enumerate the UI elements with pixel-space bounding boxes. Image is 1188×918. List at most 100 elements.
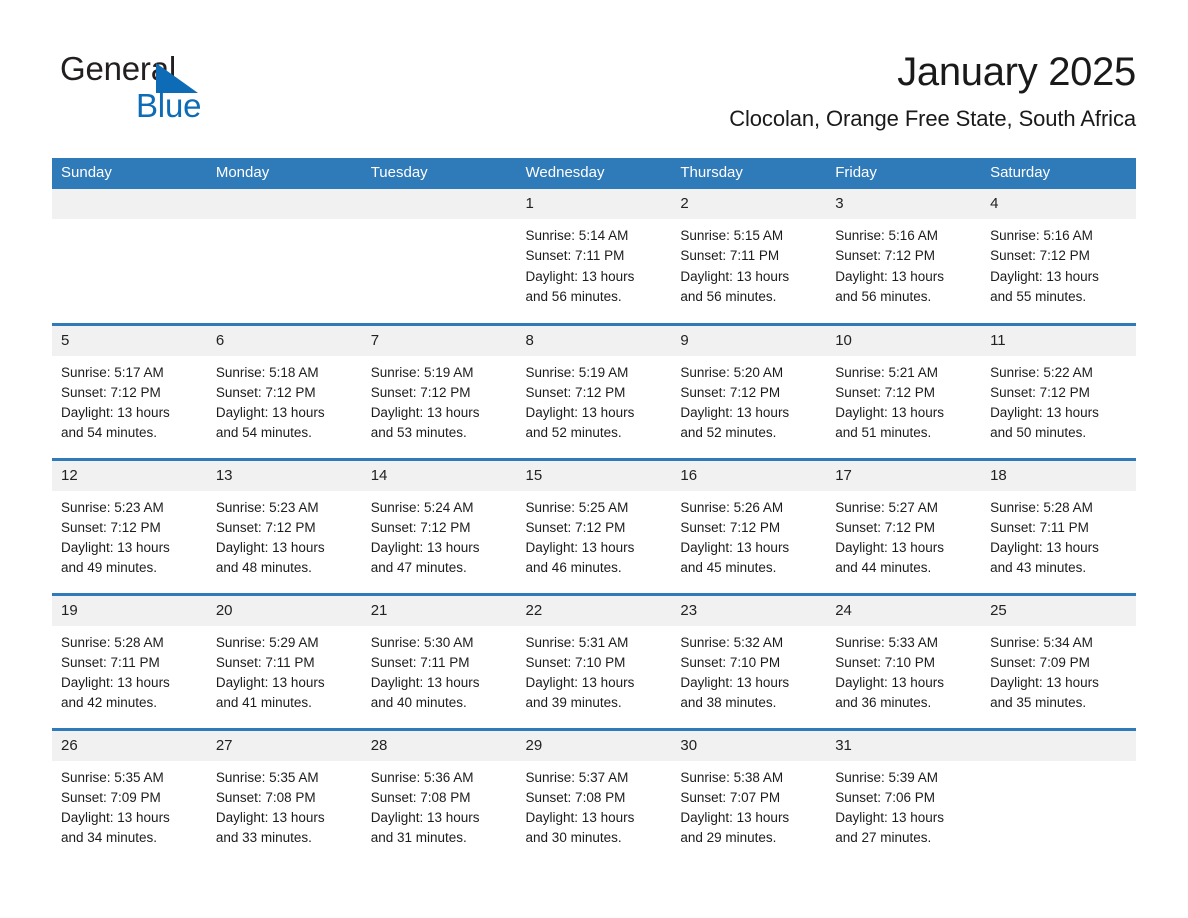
day-number: 15 [516,460,672,491]
calendar-day-cell[interactable]: 2 Sunrise: 5:15 AM Sunset: 7:11 PM Daylight… [671,189,827,324]
sunset-time: Sunset: 7:06 PM [835,789,936,805]
daylight-duration-line2: and 27 minutes. [835,830,932,846]
day-details: Sunrise: 5:37 AM Sunset: 7:08 PM Daylight:… [517,761,672,849]
general-blue-logo[interactable]: General Blue [60,50,260,128]
day-number: 26 [52,730,207,761]
day-details: Sunrise: 5:21 AM Sunset: 7:12 PM Daylight:… [826,356,981,444]
calendar-day-cell[interactable]: 6 Sunrise: 5:18 AM Sunset: 7:12 PM Daylight… [206,322,362,459]
day-box: 19 Sunrise: 5:28 AM Sunset: 7:11 PM Dayligh… [52,595,207,728]
calendar-day-cell[interactable]: 20 Sunrise: 5:29 AM Sunset: 7:11 PM Dayligh… [206,592,362,729]
daylight-duration-line2: and 44 minutes. [835,560,932,576]
calendar-day-cell[interactable]: 29 Sunrise: 5:37 AM Sunset: 7:08 PM Dayligh… [516,727,672,864]
daylight-duration-line2: and 45 minutes. [680,560,777,576]
daylight-duration-line2: and 54 minutes. [215,425,312,441]
calendar-day-cell[interactable]: 19 Sunrise: 5:28 AM Sunset: 7:11 PM Dayligh… [52,592,207,729]
day-box: 15 Sunrise: 5:25 AM Sunset: 7:12 PM Dayligh… [516,460,672,593]
calendar-day-cell[interactable]: 9 Sunrise: 5:20 AM Sunset: 7:12 PM Daylight… [671,322,827,459]
daylight-duration-line2: and 41 minutes. [215,695,312,711]
day-number: 17 [826,460,982,491]
calendar-day-cell[interactable]: 15 Sunrise: 5:25 AM Sunset: 7:12 PM Dayligh… [516,457,672,594]
calendar-day-cell[interactable]: 21 Sunrise: 5:30 AM Sunset: 7:11 PM Dayligh… [361,592,517,729]
day-box: 30 Sunrise: 5:38 AM Sunset: 7:07 PM Dayligh… [671,730,827,863]
sunrise-time: Sunrise: 5:30 AM [370,634,474,650]
calendar-day-cell[interactable]: 18 Sunrise: 5:28 AM Sunset: 7:11 PM Dayligh… [981,457,1136,594]
sunrise-time: Sunrise: 5:28 AM [61,634,164,650]
sunrise-time: Sunrise: 5:14 AM [525,228,629,243]
calendar-day-cell[interactable]: 12 Sunrise: 5:23 AM Sunset: 7:12 PM Dayligh… [52,457,207,594]
sunrise-time: Sunrise: 5:35 AM [215,769,319,785]
day-box: 26 Sunrise: 5:35 AM Sunset: 7:09 PM Dayligh… [52,730,207,863]
sunset-time: Sunset: 7:12 PM [680,384,781,400]
day-number: 30 [671,730,827,761]
sunset-time: Sunset: 7:12 PM [990,248,1090,264]
daylight-duration-line2: and 40 minutes. [370,695,467,711]
sunset-time: Sunset: 7:07 PM [680,789,781,805]
daylight-duration-line2: and 50 minutes. [990,425,1087,441]
day-number: 16 [671,460,827,491]
weekday-header-friday: Friday [826,158,982,189]
calendar-day-cell[interactable]: 4 Sunrise: 5:16 AM Sunset: 7:12 PM Daylight… [981,189,1136,324]
day-number: 1 [516,189,672,219]
sunrise-time: Sunrise: 5:23 AM [61,499,164,515]
sunrise-time: Sunrise: 5:25 AM [525,499,629,515]
day-details: Sunrise: 5:22 AM Sunset: 7:12 PM Daylight:… [981,356,1136,444]
daylight-duration-line1: Daylight: 13 hours [61,675,170,691]
calendar-day-cell[interactable]: 17 Sunrise: 5:27 AM Sunset: 7:12 PM Dayligh… [826,457,982,594]
day-number [52,189,207,219]
daylight-duration-line2: and 56 minutes. [835,288,932,304]
day-details: Sunrise: 5:24 AM Sunset: 7:12 PM Daylight:… [362,491,517,579]
calendar-day-cell[interactable]: 24 Sunrise: 5:33 AM Sunset: 7:10 PM Dayligh… [826,592,982,729]
calendar-day-cell[interactable]: 30 Sunrise: 5:38 AM Sunset: 7:07 PM Dayligh… [671,727,827,864]
sunrise-time: Sunrise: 5:34 AM [990,634,1093,650]
day-details: Sunrise: 5:19 AM Sunset: 7:12 PM Daylight:… [362,356,517,444]
day-details: Sunrise: 5:17 AM Sunset: 7:12 PM Daylight:… [52,356,207,444]
day-number [361,189,517,219]
daylight-duration-line1: Daylight: 13 hours [835,675,945,691]
calendar-day-cell[interactable]: 5 Sunrise: 5:17 AM Sunset: 7:12 PM Daylight… [52,322,207,459]
daylight-duration-line2: and 38 minutes. [680,695,777,711]
calendar-day-cell[interactable]: 23 Sunrise: 5:32 AM Sunset: 7:10 PM Dayligh… [671,592,827,729]
day-details: Sunrise: 5:32 AM Sunset: 7:10 PM Daylight:… [671,626,826,714]
day-box: 1 Sunrise: 5:14 AM Sunset: 7:11 PM Daylight… [516,189,672,321]
calendar-day-cell[interactable]: 26 Sunrise: 5:35 AM Sunset: 7:09 PM Dayligh… [52,727,207,864]
calendar-day-cell[interactable]: 25 Sunrise: 5:34 AM Sunset: 7:09 PM Dayligh… [981,592,1136,729]
sunset-time: Sunset: 7:10 PM [835,654,936,670]
day-details: Sunrise: 5:39 AM Sunset: 7:06 PM Daylight:… [826,761,981,849]
calendar-week-row: 1 Sunrise: 5:14 AM Sunset: 7:11 PM Daylight… [52,189,1136,324]
day-number: 27 [206,730,362,761]
day-details: Sunrise: 5:30 AM Sunset: 7:11 PM Daylight:… [362,626,517,714]
calendar-day-cell[interactable]: 10 Sunrise: 5:21 AM Sunset: 7:12 PM Dayligh… [826,322,982,459]
calendar-day-cell[interactable]: 16 Sunrise: 5:26 AM Sunset: 7:12 PM Dayligh… [671,457,827,594]
day-box: 9 Sunrise: 5:20 AM Sunset: 7:12 PM Daylight… [671,325,827,458]
calendar-day-cell[interactable]: 14 Sunrise: 5:24 AM Sunset: 7:12 PM Dayligh… [361,457,517,594]
calendar-day-cell[interactable]: 11 Sunrise: 5:22 AM Sunset: 7:12 PM Dayligh… [981,322,1136,459]
calendar-day-cell[interactable]: 13 Sunrise: 5:23 AM Sunset: 7:12 PM Dayligh… [206,457,362,594]
daylight-duration-line1: Daylight: 13 hours [835,268,945,284]
sunrise-time: Sunrise: 5:19 AM [370,364,474,380]
location-subtitle: Clocolan, Orange Free State, South Afric… [729,106,1136,131]
sunrise-time: Sunrise: 5:31 AM [525,634,629,650]
sunset-time: Sunset: 7:12 PM [835,248,936,264]
calendar-day-cell[interactable]: 28 Sunrise: 5:36 AM Sunset: 7:08 PM Dayligh… [361,727,517,864]
daylight-duration-line2: and 55 minutes. [990,288,1087,304]
day-number: 5 [52,325,207,356]
calendar-day-cell[interactable]: 22 Sunrise: 5:31 AM Sunset: 7:10 PM Dayligh… [516,592,672,729]
day-box: 12 Sunrise: 5:23 AM Sunset: 7:12 PM Dayligh… [52,460,207,593]
day-box: 22 Sunrise: 5:31 AM Sunset: 7:10 PM Dayligh… [516,595,672,728]
day-details: Sunrise: 5:20 AM Sunset: 7:12 PM Daylight:… [671,356,826,444]
sunrise-time: Sunrise: 5:32 AM [680,634,784,650]
day-number: 7 [361,325,517,356]
day-box: 4 Sunrise: 5:16 AM Sunset: 7:12 PM Daylight… [981,189,1136,321]
day-number: 2 [671,189,827,219]
calendar-day-cell[interactable]: 27 Sunrise: 5:35 AM Sunset: 7:08 PM Dayligh… [206,727,362,864]
calendar-day-cell[interactable]: 7 Sunrise: 5:19 AM Sunset: 7:12 PM Daylight… [361,322,517,459]
calendar-day-cell[interactable]: 8 Sunrise: 5:19 AM Sunset: 7:12 PM Daylight… [516,322,672,459]
calendar-day-cell[interactable]: 31 Sunrise: 5:39 AM Sunset: 7:06 PM Dayligh… [826,727,982,864]
daylight-duration-line2: and 52 minutes. [680,425,777,441]
day-details: Sunrise: 5:26 AM Sunset: 7:12 PM Daylight:… [671,491,826,579]
daylight-duration-line2: and 33 minutes. [215,830,312,846]
day-number: 3 [826,189,982,219]
day-number: 11 [981,325,1136,356]
calendar-day-cell[interactable]: 1 Sunrise: 5:14 AM Sunset: 7:11 PM Daylight… [516,189,672,324]
calendar-day-cell[interactable]: 3 Sunrise: 5:16 AM Sunset: 7:12 PM Daylight… [826,189,982,324]
